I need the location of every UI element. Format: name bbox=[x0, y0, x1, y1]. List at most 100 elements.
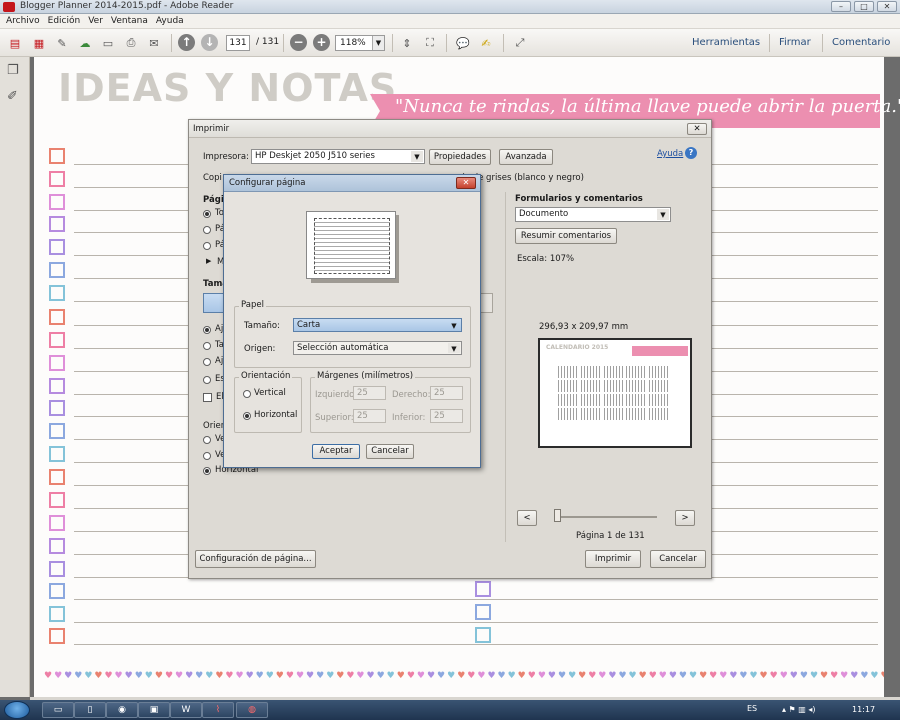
close-window-button[interactable]: ✕ bbox=[877, 1, 897, 12]
preview-prev-button[interactable]: < bbox=[517, 510, 537, 526]
start-button[interactable] bbox=[4, 701, 30, 719]
orient-horizontal-radio[interactable] bbox=[203, 467, 211, 475]
printer-select[interactable]: HP Deskjet 2050 J510 series ▼ bbox=[251, 149, 425, 164]
preview-slider[interactable] bbox=[555, 516, 657, 518]
heart-decoration: ♥ bbox=[316, 671, 327, 681]
zoom-out-icon[interactable]: − bbox=[290, 34, 307, 51]
custom-scale-radio[interactable] bbox=[203, 376, 211, 384]
tray-icons[interactable]: ▴ ⚑ ▥ ◂) bbox=[782, 705, 816, 714]
help-link[interactable]: Ayuda bbox=[657, 149, 683, 159]
summarize-comments-button[interactable]: Resumir comentarios bbox=[515, 228, 617, 244]
heart-decoration: ♥ bbox=[588, 671, 599, 681]
menu-ver[interactable]: Ver bbox=[88, 14, 103, 29]
horizontal-radio[interactable] bbox=[243, 412, 251, 420]
word-icon[interactable]: W bbox=[170, 702, 202, 718]
vertical-radio[interactable] bbox=[243, 390, 251, 398]
actual-size-radio[interactable] bbox=[203, 342, 211, 350]
heart-decoration: ♥ bbox=[860, 671, 871, 681]
orient-vertical-radio[interactable] bbox=[203, 452, 211, 460]
maximize-button[interactable]: □ bbox=[854, 1, 874, 12]
print-button[interactable]: Imprimir bbox=[585, 550, 641, 568]
heart-decoration: ♥ bbox=[54, 671, 65, 681]
attachments-icon[interactable]: ✐ bbox=[7, 89, 18, 104]
page-setup-button[interactable]: Configuración de página... bbox=[195, 550, 316, 568]
page-setup-cancel-button[interactable]: Cancelar bbox=[366, 444, 414, 459]
right-margin-input[interactable]: 25 bbox=[430, 386, 463, 400]
menu-ventana[interactable]: Ventana bbox=[111, 14, 148, 29]
comment-icon[interactable]: 💬 bbox=[454, 34, 472, 52]
folder-icon[interactable]: ▣ bbox=[138, 702, 170, 718]
heart-decoration: ♥ bbox=[154, 671, 165, 681]
page-thumbnails-icon[interactable]: ❐ bbox=[7, 63, 19, 78]
orient-auto-radio[interactable] bbox=[203, 436, 211, 444]
left-margin-input[interactable]: 25 bbox=[353, 386, 386, 400]
create-pdf-icon[interactable]: ▤ bbox=[6, 34, 24, 52]
acrobat-icon[interactable]: ⌇ bbox=[202, 702, 234, 718]
zoom-level-select[interactable]: 118% ▼ bbox=[335, 35, 385, 51]
next-page-icon[interactable]: ↓ bbox=[201, 34, 218, 51]
pages-range-radio[interactable] bbox=[203, 242, 211, 250]
preview-slider-thumb[interactable] bbox=[554, 509, 561, 522]
bottom-margin-label: Inferior: bbox=[392, 413, 426, 423]
shrink-radio[interactable] bbox=[203, 358, 211, 366]
paper-source-select[interactable]: Selección automática ▼ bbox=[293, 341, 462, 355]
file-explorer-icon[interactable]: ▭ bbox=[42, 702, 74, 718]
heart-decoration: ♥ bbox=[366, 671, 377, 681]
page-total: / 131 bbox=[256, 37, 280, 47]
zoom-in-icon[interactable]: + bbox=[313, 34, 330, 51]
properties-button[interactable]: Propiedades bbox=[429, 149, 491, 165]
advanced-button[interactable]: Avanzada bbox=[499, 149, 553, 165]
paper-source-value: Selección automática bbox=[297, 343, 389, 353]
menu-edicion[interactable]: Edición bbox=[48, 14, 81, 29]
expand-icon[interactable]: ⤢ bbox=[511, 34, 529, 52]
vertical-label: Vertical bbox=[254, 388, 286, 398]
top-margin-input[interactable]: 25 bbox=[353, 409, 386, 423]
chrome-icon[interactable]: ◉ bbox=[106, 702, 138, 718]
menu-ayuda[interactable]: Ayuda bbox=[156, 14, 184, 29]
preview-banner bbox=[632, 346, 688, 356]
edit-document-icon[interactable]: ✎ bbox=[53, 34, 71, 52]
print-icon[interactable]: ⎙ bbox=[122, 34, 140, 52]
heart-decoration: ♥ bbox=[84, 671, 95, 681]
print-cancel-button[interactable]: Cancelar bbox=[650, 550, 706, 568]
full-screen-icon[interactable]: ⛶ bbox=[421, 34, 439, 52]
print-dialog-close-button[interactable]: ✕ bbox=[687, 123, 707, 135]
fit-page-icon[interactable]: ⇕ bbox=[398, 34, 416, 52]
heart-decoration: ♥ bbox=[94, 671, 105, 681]
save-icon[interactable]: ▭ bbox=[99, 34, 117, 52]
open-file-icon[interactable]: ▦ bbox=[30, 34, 48, 52]
language-indicator[interactable]: ES bbox=[747, 704, 757, 713]
page-setup-close-button[interactable]: ✕ bbox=[456, 177, 476, 189]
herramientas-tab[interactable]: Herramientas bbox=[692, 37, 760, 48]
comentario-tab[interactable]: Comentario bbox=[832, 37, 890, 48]
previous-page-icon[interactable]: ↑ bbox=[178, 34, 195, 51]
firmar-tab[interactable]: Firmar bbox=[779, 37, 811, 48]
cloud-upload-icon[interactable]: ☁ bbox=[76, 34, 94, 52]
note-line bbox=[74, 622, 878, 623]
minimize-button[interactable]: – bbox=[831, 1, 851, 12]
fit-radio[interactable] bbox=[203, 326, 211, 334]
preview-calendar-grid bbox=[558, 366, 670, 420]
accept-button[interactable]: Aceptar bbox=[312, 444, 360, 459]
pages-current-radio[interactable] bbox=[203, 226, 211, 234]
help-icon[interactable]: ? bbox=[685, 147, 697, 159]
page-number-input[interactable]: 131 bbox=[226, 35, 250, 51]
paper-size-select[interactable]: Carta ▼ bbox=[293, 318, 462, 332]
email-icon[interactable]: ✉ bbox=[145, 34, 163, 52]
booklet-mode-button[interactable] bbox=[479, 293, 493, 313]
adobe-reader-task-icon[interactable]: ◍ bbox=[236, 702, 268, 718]
heart-decoration: ♥ bbox=[598, 671, 609, 681]
preview-next-button[interactable]: > bbox=[675, 510, 695, 526]
dialog-column-divider bbox=[505, 192, 506, 542]
heart-decoration: ♥ bbox=[396, 671, 407, 681]
choose-paper-checkbox[interactable] bbox=[203, 393, 212, 402]
menu-archivo[interactable]: Archivo bbox=[6, 14, 40, 29]
note-checkbox bbox=[49, 469, 65, 485]
forms-select[interactable]: Documento ▼ bbox=[515, 207, 671, 222]
highlight-icon[interactable]: ✍ bbox=[477, 34, 495, 52]
clock[interactable]: 11:17 bbox=[852, 705, 875, 714]
bottom-margin-input[interactable]: 25 bbox=[430, 409, 463, 423]
pages-all-radio[interactable] bbox=[203, 210, 211, 218]
tablet-app-icon[interactable]: ▯ bbox=[74, 702, 106, 718]
expand-more-icon[interactable]: ▶ bbox=[206, 257, 211, 265]
